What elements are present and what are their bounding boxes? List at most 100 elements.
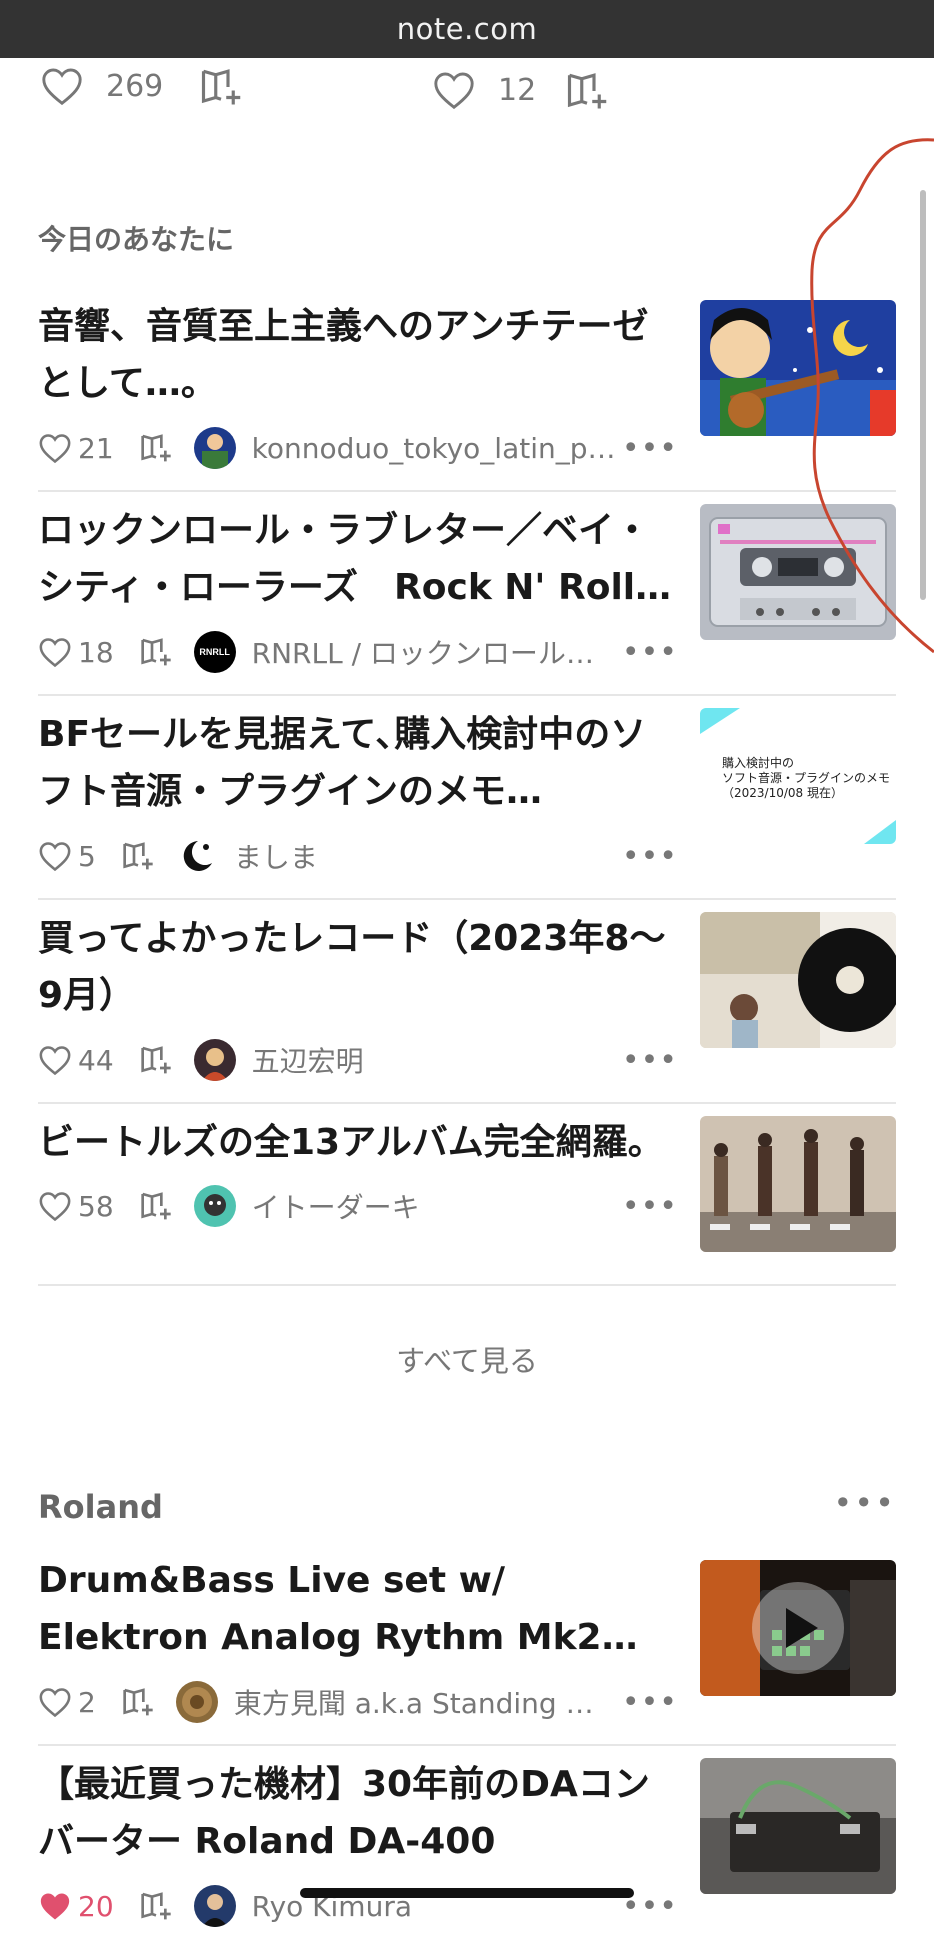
- like-count: 2: [78, 1685, 96, 1719]
- bookmark-button[interactable]: [120, 840, 156, 872]
- article-thumbnail[interactable]: [700, 912, 896, 1048]
- bookmark-add-icon: [140, 1892, 171, 1920]
- more-options-button[interactable]: •••: [622, 1189, 678, 1224]
- like-button[interactable]: 5: [38, 840, 120, 873]
- avatar[interactable]: [175, 1681, 218, 1723]
- like-count: 18: [78, 635, 114, 669]
- bookmark-button[interactable]: [120, 1686, 156, 1718]
- bookmark-add-icon: [140, 638, 171, 666]
- see-all-link[interactable]: すべて見る: [0, 1338, 934, 1380]
- scrollbar[interactable]: [920, 190, 926, 600]
- heart-icon: [39, 842, 71, 872]
- avatar[interactable]: [193, 427, 236, 469]
- heart-icon: [39, 638, 71, 668]
- article-title[interactable]: 買ってよかったレコード（2023年8〜9月）: [38, 910, 678, 1024]
- more-options-button[interactable]: •••: [622, 635, 678, 670]
- article-card[interactable]: Drum&Bass Live set w/ Elektron Analog Ry…: [38, 1552, 896, 1746]
- bookmark-button[interactable]: [138, 1044, 174, 1076]
- more-options-button[interactable]: •••: [622, 1043, 678, 1078]
- like-count: 5: [78, 839, 96, 873]
- like-button[interactable]: 20: [38, 1890, 138, 1923]
- like-count: 269: [106, 68, 164, 104]
- article-title[interactable]: 【最近買った機材】30年前のDAコンバーター Roland DA-400: [38, 1756, 678, 1870]
- browser-address-bar[interactable]: note.com: [0, 0, 934, 58]
- article-card[interactable]: BFセールを見据えて､購入検討中のソフト音源・プラグインのメモ… 5 ましま •…: [38, 706, 896, 900]
- author-name[interactable]: 東方見聞 a.k.a Standing East: [234, 1682, 604, 1722]
- article-meta: 21 konnoduo_tokyo_latin_pop •••: [38, 426, 678, 470]
- author-name[interactable]: konnoduo_tokyo_latin_pop: [252, 432, 622, 465]
- author-name[interactable]: 五辺宏明: [252, 1040, 364, 1080]
- article-meta: 2 東方見聞 a.k.a Standing East •••: [38, 1680, 678, 1724]
- article-card[interactable]: 【最近買った機材】30年前のDAコンバーター Roland DA-400 20 …: [38, 1756, 896, 1956]
- more-options-button[interactable]: •••: [622, 839, 678, 874]
- article-thumbnail[interactable]: [700, 300, 896, 436]
- article-title[interactable]: ロックンロール・ラブレター／ベイ・シティ・ローラーズ Rock N' Roll …: [38, 502, 678, 616]
- bookmark-add-icon: [201, 69, 241, 105]
- article-thumbnail[interactable]: [700, 504, 896, 640]
- article-card[interactable]: 音響、音質至上主義へのアンチテーゼとして…。 21 konnoduo_tokyo…: [38, 298, 896, 492]
- author-name[interactable]: イトーダーキ: [252, 1186, 420, 1226]
- like-count: 44: [78, 1043, 114, 1077]
- author-name[interactable]: RNRLL / ロックンロール・…: [252, 632, 622, 672]
- article-card[interactable]: ロックンロール・ラブレター／ベイ・シティ・ローラーズ Rock N' Roll …: [38, 502, 896, 696]
- more-options-button[interactable]: •••: [622, 1685, 678, 1720]
- section-more-button[interactable]: •••: [833, 1484, 896, 1522]
- article-thumbnail[interactable]: [700, 1116, 896, 1252]
- heart-icon: [39, 1688, 71, 1718]
- bookmark-add-icon: [123, 1688, 153, 1716]
- bookmark-button[interactable]: [138, 1890, 174, 1922]
- page-content: 269 12 今日のあなたに 音響、音質至上主義へのアンチテーゼとして…。 21: [0, 58, 934, 1927]
- heart-icon: [39, 1046, 71, 1076]
- article-meta: 58 イトーダーキ •••: [38, 1184, 678, 1228]
- avatar[interactable]: [193, 1185, 236, 1227]
- avatar[interactable]: [175, 835, 218, 877]
- heart-icon: [42, 68, 82, 106]
- like-count: 58: [78, 1189, 114, 1223]
- more-options-button[interactable]: •••: [622, 431, 678, 466]
- section-title-roland: Roland: [38, 1488, 163, 1526]
- bookmark-button[interactable]: [564, 70, 610, 112]
- like-count: 12: [498, 72, 537, 108]
- bookmark-add-icon: [567, 73, 607, 109]
- section-title-today: 今日のあなたに: [38, 223, 235, 256]
- heart-filled-icon: [40, 1893, 70, 1920]
- like-count: 20: [78, 1889, 114, 1923]
- bookmark-button[interactable]: [138, 1190, 174, 1222]
- avatar[interactable]: [193, 1885, 236, 1927]
- article-title[interactable]: Drum&Bass Live set w/ Elektron Analog Ry…: [38, 1552, 678, 1666]
- bookmark-button[interactable]: [138, 432, 174, 464]
- previous-section-reactions: 269 12: [0, 66, 934, 126]
- article-thumbnail[interactable]: [700, 1758, 896, 1894]
- avatar[interactable]: RNRLL: [193, 631, 236, 673]
- like-count: 21: [78, 431, 114, 465]
- like-button[interactable]: 58: [38, 1190, 138, 1223]
- home-indicator[interactable]: [300, 1888, 634, 1898]
- article-card[interactable]: ビートルズの全13アルバム完全網羅。 58 イトーダーキ •••: [38, 1114, 896, 1286]
- bookmark-add-icon: [140, 434, 171, 462]
- heart-icon: [434, 72, 474, 110]
- bookmark-add-icon: [140, 1046, 171, 1074]
- avatar[interactable]: [193, 1039, 236, 1081]
- like-button[interactable]: 12: [432, 70, 536, 110]
- bookmark-add-icon: [140, 1192, 171, 1220]
- bookmark-button[interactable]: [198, 66, 244, 108]
- article-card[interactable]: 買ってよかったレコード（2023年8〜9月） 44 五辺宏明 •••: [38, 910, 896, 1104]
- bookmark-button[interactable]: [138, 636, 174, 668]
- like-button[interactable]: 2: [38, 1686, 120, 1719]
- article-thumbnail[interactable]: 購入検討中の ソフト音源・プラグインのメモ （2023/10/08 現在）: [700, 708, 896, 844]
- thumbnail-text: 購入検討中の ソフト音源・プラグインのメモ （2023/10/08 現在）: [722, 756, 891, 800]
- like-button[interactable]: 18: [38, 636, 138, 669]
- like-button[interactable]: 269: [40, 66, 163, 106]
- article-title[interactable]: BFセールを見据えて､購入検討中のソフト音源・プラグインのメモ…: [38, 706, 678, 820]
- bookmark-add-icon: [123, 842, 153, 870]
- article-title[interactable]: 音響、音質至上主義へのアンチテーゼとして…。: [38, 298, 678, 412]
- article-thumbnail[interactable]: [700, 1560, 896, 1696]
- like-button[interactable]: 44: [38, 1044, 138, 1077]
- article-meta: 5 ましま •••: [38, 834, 678, 878]
- avatar-text: RNRLL: [199, 647, 230, 657]
- heart-icon: [39, 434, 71, 464]
- article-meta: 18 RNRLL RNRLL / ロックンロール・… •••: [38, 630, 678, 674]
- like-button[interactable]: 21: [38, 432, 138, 465]
- author-name[interactable]: ましま: [234, 836, 318, 876]
- article-title[interactable]: ビートルズの全13アルバム完全網羅。: [38, 1114, 678, 1171]
